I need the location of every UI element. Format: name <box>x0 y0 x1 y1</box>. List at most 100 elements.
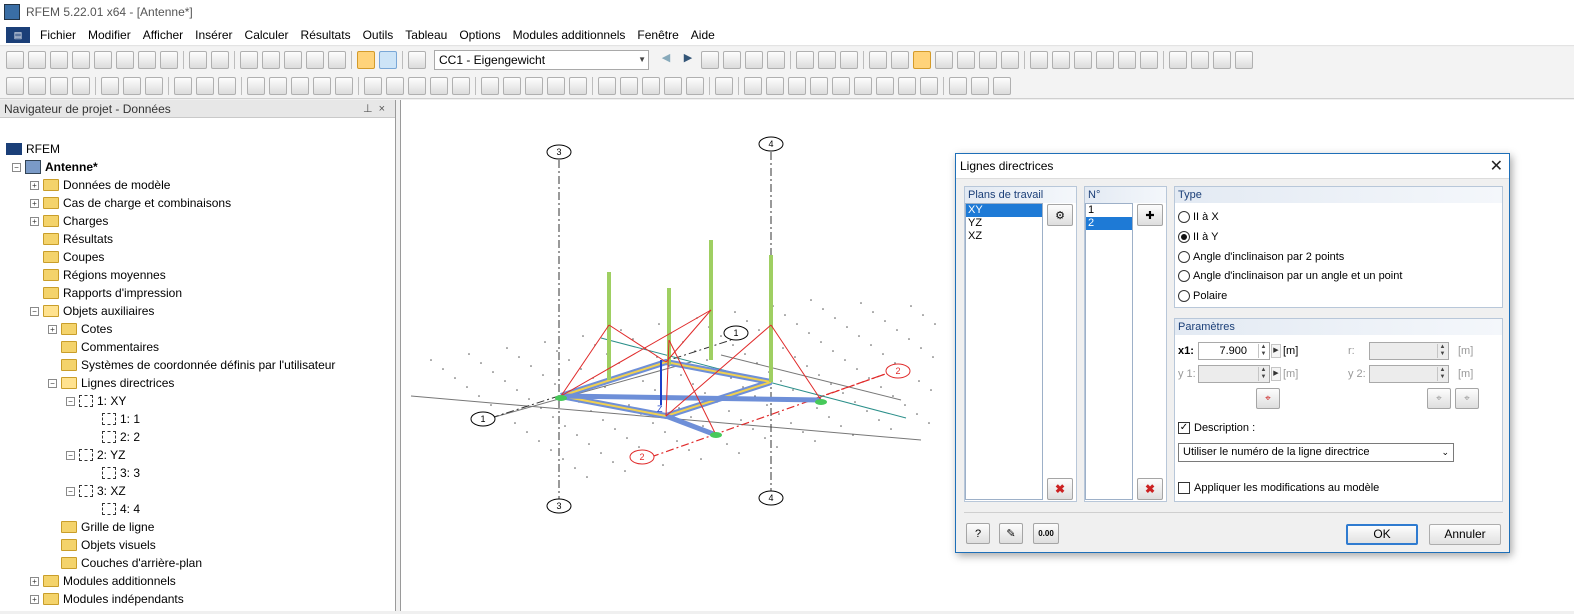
menu-modifier[interactable]: Modifier <box>82 28 137 42</box>
radio-angle-and-point[interactable]: Angle d'inclinaison par un angle et un p… <box>1178 270 1402 282</box>
undo-icon[interactable] <box>189 51 207 69</box>
expand-icon[interactable]: + <box>30 180 39 190</box>
new-guide-button[interactable]: ✚ <box>1137 204 1163 226</box>
grid-icon[interactable] <box>891 51 909 69</box>
view-z-icon[interactable] <box>642 76 660 95</box>
zoom-icon[interactable] <box>503 76 521 95</box>
menu-fichier[interactable]: Fichier <box>34 28 82 42</box>
tree-node-guide-4[interactable]: 4: 4 <box>102 500 140 518</box>
tree-node-guide-1[interactable]: 1: 1 <box>102 410 140 428</box>
menu-afficher[interactable]: Afficher <box>137 28 189 42</box>
edit-button[interactable]: ✎ <box>999 523 1023 544</box>
expand-icon[interactable]: + <box>30 198 39 208</box>
tree-node-regions[interactable]: Régions moyennes <box>30 266 166 284</box>
expand-icon[interactable]: + <box>48 324 57 334</box>
rfem-logo-icon[interactable]: ▤ <box>6 26 30 43</box>
member-set-icon[interactable] <box>788 76 806 95</box>
node-insert-icon[interactable] <box>6 76 24 95</box>
tree-node-resultats[interactable]: Résultats <box>30 230 113 248</box>
delete-plane-button[interactable]: ✖ <box>1047 478 1073 500</box>
menu-tableau[interactable]: Tableau <box>399 28 453 42</box>
menu-modules-additionnels[interactable]: Modules additionnels <box>507 28 632 42</box>
section-icon[interactable] <box>269 76 287 95</box>
next-arrow-icon[interactable]: ▶ <box>679 51 697 69</box>
radio-circle[interactable] <box>1178 251 1190 263</box>
note-icon[interactable] <box>306 51 324 69</box>
dialog-icon[interactable] <box>1118 51 1136 69</box>
save-all-icon[interactable] <box>116 51 134 69</box>
tree-node-cotes[interactable]: + Cotes <box>48 320 112 338</box>
numbers-list[interactable]: 1 2 <box>1085 203 1133 500</box>
menu-outils[interactable]: Outils <box>357 28 400 42</box>
tree-node-guide-3[interactable]: 3: 3 <box>102 464 140 482</box>
navigator-view-icon[interactable] <box>379 51 397 69</box>
tree-node-systemes-coordonnee[interactable]: Systèmes de coordonnée définis par l'uti… <box>48 356 335 374</box>
line-insert-icon[interactable] <box>28 76 46 95</box>
grid-values-icon[interactable] <box>840 51 858 69</box>
plane-item[interactable]: XZ <box>966 230 1042 243</box>
opening-icon[interactable] <box>832 76 850 95</box>
tree-icon[interactable] <box>876 76 894 95</box>
view-x-icon[interactable] <box>598 76 616 95</box>
ok-button[interactable]: OK <box>1346 524 1418 545</box>
copy-icon[interactable] <box>957 51 975 69</box>
tree-node-plane-xz[interactable]: − 3: XZ <box>66 482 126 500</box>
move-icon[interactable] <box>935 51 953 69</box>
expand-icon[interactable]: + <box>30 576 39 586</box>
pin-close-icons[interactable]: ⊥× <box>363 102 391 115</box>
color-scale-icon[interactable] <box>993 76 1011 95</box>
tree-node-rfem[interactable]: RFEM <box>6 140 60 158</box>
model-icon[interactable] <box>313 76 331 95</box>
tree-node-rapports[interactable]: Rapports d'impression <box>30 284 182 302</box>
results-icon[interactable] <box>701 51 719 69</box>
wire-icon[interactable] <box>386 76 404 95</box>
support-icon[interactable] <box>101 76 119 95</box>
snap-icon[interactable] <box>913 51 931 69</box>
structure-icon[interactable] <box>335 76 353 95</box>
collapse-icon[interactable]: − <box>66 396 75 406</box>
pdf-icon[interactable] <box>1213 51 1231 69</box>
render-icon[interactable] <box>364 76 382 95</box>
description-select[interactable]: Utiliser le numéro de la ligne directric… <box>1178 443 1454 462</box>
open-file-icon[interactable] <box>28 51 46 69</box>
pencil-icon[interactable] <box>971 76 989 95</box>
glasses-icon[interactable] <box>796 51 814 69</box>
tree-node-couches[interactable]: Couches d'arrière-plan <box>48 554 202 572</box>
pick-arrow-icon[interactable]: ▶ <box>1271 344 1281 358</box>
transparent-icon[interactable] <box>430 76 448 95</box>
guide-line-icon[interactable] <box>744 76 762 95</box>
tree-node-donnees-modele[interactable]: + Données de modèle <box>30 176 170 194</box>
cancel-button[interactable]: Annuler <box>1429 524 1501 545</box>
collapse-icon[interactable]: − <box>30 306 39 316</box>
report-icon[interactable] <box>949 76 967 95</box>
cube-icon[interactable] <box>247 76 265 95</box>
view-select-icon[interactable] <box>686 76 704 95</box>
hinge-icon[interactable] <box>123 76 141 95</box>
table-view-icon[interactable] <box>357 51 375 69</box>
open-folder-icon[interactable] <box>50 51 68 69</box>
tree-node-grille[interactable]: Grille de ligne <box>48 518 154 536</box>
folder-icon[interactable] <box>328 51 346 69</box>
tree-node-guide-2[interactable]: 2: 2 <box>102 428 140 446</box>
grid-points-icon[interactable] <box>854 76 872 95</box>
pick-point-button[interactable]: ⌖ <box>1256 388 1280 409</box>
description-checkbox[interactable]: ✓ Description : <box>1178 422 1255 434</box>
comment-icon[interactable] <box>218 76 236 95</box>
view-3d-icon[interactable] <box>547 76 565 95</box>
view-y-icon[interactable] <box>620 76 638 95</box>
expand-icon[interactable]: + <box>30 216 39 226</box>
edit-icon[interactable] <box>240 51 258 69</box>
tree-node-objets-visuels[interactable]: Objets visuels <box>48 536 156 554</box>
support-node[interactable] <box>555 395 567 401</box>
settings-icon[interactable] <box>1140 51 1158 69</box>
collapse-icon[interactable]: − <box>48 378 57 388</box>
number-item[interactable]: 1 <box>1086 204 1132 217</box>
extreme-values-icon[interactable] <box>745 51 763 69</box>
radio-circle-selected[interactable] <box>1178 231 1190 243</box>
zoom-window-icon[interactable] <box>481 76 499 95</box>
solid-view-icon[interactable] <box>408 76 426 95</box>
window-icon[interactable] <box>920 76 938 95</box>
tree-node-objets-auxiliaires[interactable]: − Objets auxiliaires <box>30 302 154 320</box>
collapse-icon[interactable]: − <box>66 486 75 496</box>
print-preview-icon[interactable] <box>160 51 178 69</box>
